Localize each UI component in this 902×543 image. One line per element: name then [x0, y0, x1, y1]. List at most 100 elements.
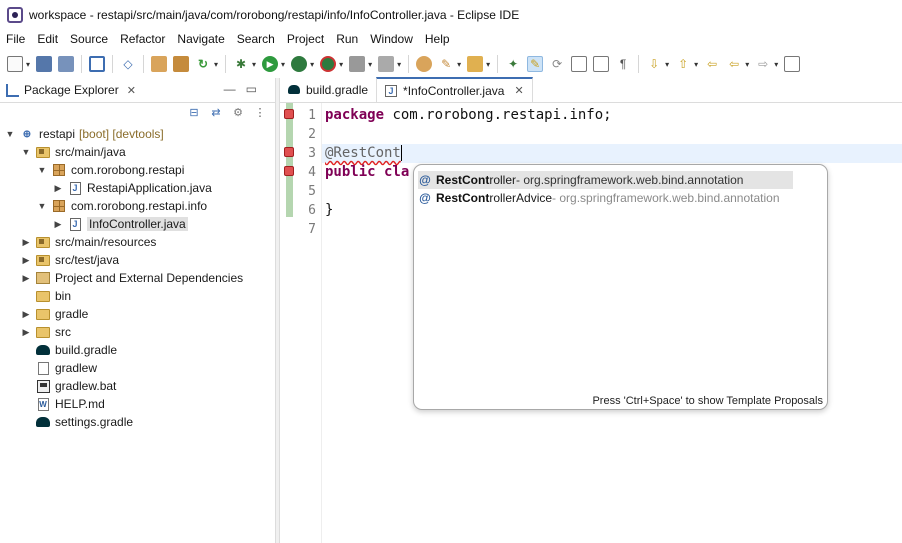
launch-dropdown-icon[interactable]: ▾	[397, 60, 401, 69]
new-icon[interactable]	[7, 56, 23, 72]
debug-dropdown-icon[interactable]: ▾	[252, 60, 256, 69]
package-explorer-tab[interactable]: Package Explorer ✕	[0, 78, 136, 103]
search-dropdown-icon[interactable]: ▾	[486, 60, 490, 69]
back-dropdown-icon[interactable]: ▾	[745, 60, 749, 69]
tree-item-bin[interactable]: bin	[0, 287, 275, 305]
launch-icon[interactable]	[378, 56, 395, 72]
chevron-down-icon[interactable]: ▼	[4, 129, 16, 139]
chevron-down-icon[interactable]: ▼	[36, 165, 48, 175]
new-java-package-icon[interactable]	[151, 56, 168, 72]
chevron-down-icon[interactable]: ▼	[20, 147, 32, 157]
refresh-dropdown-icon[interactable]: ▾	[214, 60, 218, 69]
tree-item-gradlew[interactable]: gradlew	[0, 359, 275, 377]
last-edit-location-icon[interactable]: ⇦	[704, 56, 720, 72]
toggle-word-wrap-icon[interactable]: ⟳	[549, 56, 565, 72]
chevron-right-icon[interactable]: ▶	[20, 255, 32, 266]
chevron-right-icon[interactable]: ▶	[20, 237, 32, 248]
filters-icon[interactable]: ⚙	[231, 106, 245, 120]
menu-search[interactable]: Search	[231, 32, 281, 46]
run-icon[interactable]: ▶	[262, 56, 279, 72]
toggle-breadcrumb-icon[interactable]: ✦	[505, 56, 521, 72]
save-all-icon[interactable]	[58, 56, 75, 72]
error-marker-icon[interactable]	[284, 109, 294, 119]
menu-source[interactable]: Source	[64, 32, 114, 46]
menu-edit[interactable]: Edit	[31, 32, 64, 46]
save-icon[interactable]	[36, 56, 53, 72]
new-java-class-icon[interactable]	[173, 56, 190, 72]
open-type-icon[interactable]	[416, 56, 433, 72]
chevron-right-icon[interactable]: ▶	[20, 327, 32, 338]
menu-window[interactable]: Window	[364, 32, 419, 46]
menu-help[interactable]: Help	[419, 32, 456, 46]
back-icon[interactable]: ⇦	[726, 56, 742, 72]
skip-breakpoints-icon[interactable]: ◇	[120, 56, 136, 72]
forward-dropdown-icon[interactable]: ▾	[774, 60, 778, 69]
menu-navigate[interactable]: Navigate	[171, 32, 230, 46]
chevron-right-icon[interactable]: ▶	[20, 273, 32, 284]
tree-item-build-gradle[interactable]: build.gradle	[0, 341, 275, 359]
chevron-right-icon[interactable]: ▶	[52, 183, 64, 194]
collapse-all-icon[interactable]: ⊟	[187, 106, 201, 120]
search-icon[interactable]	[467, 56, 484, 72]
previous-annotation-dropdown-icon[interactable]: ▾	[694, 60, 698, 69]
tree-item-gradle[interactable]: ▶ gradle	[0, 305, 275, 323]
chevron-down-icon[interactable]: ▼	[36, 201, 48, 211]
tree-item-src-main-resources[interactable]: ▶ src/main/resources	[0, 233, 275, 251]
error-marker-icon[interactable]	[284, 147, 294, 157]
menu-file[interactable]: File	[0, 32, 31, 46]
tab-build-gradle[interactable]: build.gradle	[280, 77, 376, 102]
pilcrow-icon[interactable]: ¶	[615, 56, 631, 72]
close-icon[interactable]: ✕	[514, 84, 523, 97]
pin-editor-icon[interactable]	[784, 56, 801, 72]
view-menu-icon[interactable]: ⋮	[253, 106, 267, 120]
previous-annotation-icon[interactable]: ⇧	[675, 56, 691, 72]
menu-refactor[interactable]: Refactor	[114, 32, 171, 46]
chevron-right-icon[interactable]: ▶	[20, 309, 32, 320]
proposal-item[interactable]: @ RestController - org.springframework.w…	[418, 171, 793, 189]
minimize-maximize-icons[interactable]: —▭	[224, 82, 267, 96]
menu-project[interactable]: Project	[281, 32, 330, 46]
error-marker-icon[interactable]	[284, 166, 294, 176]
tree-item-settings-gradle[interactable]: settings.gradle	[0, 413, 275, 431]
forward-icon[interactable]: ⇨	[755, 56, 771, 72]
link-with-editor-icon[interactable]: ⇄	[209, 106, 223, 120]
next-annotation-dropdown-icon[interactable]: ▾	[665, 60, 669, 69]
tree-item-package-info[interactable]: ▼ com.rorobong.restapi.info	[0, 197, 275, 215]
show-whitespace-icon[interactable]	[593, 56, 610, 72]
tree-item-dependencies[interactable]: ▶ Project and External Dependencies	[0, 269, 275, 287]
toggle-mark-occurrences-icon[interactable]: ✎	[527, 56, 544, 72]
code-line-3: @RestCont	[325, 144, 402, 163]
close-icon[interactable]: ✕	[127, 84, 136, 97]
tree-item-restapi[interactable]: ▼ ⊕ restapi [boot] [devtools]	[0, 125, 275, 143]
tree-item-info-controller[interactable]: ▶ J InfoController.java	[0, 215, 275, 233]
chevron-right-icon[interactable]: ▶	[52, 219, 64, 230]
coverage-dropdown-icon[interactable]: ▾	[310, 60, 314, 69]
stop-icon[interactable]	[349, 56, 366, 72]
tree-item-label: src/main/java	[55, 145, 126, 159]
tree-item-help-md[interactable]: W HELP.md	[0, 395, 275, 413]
proposal-package: - org.springframework.web.bind.annotatio…	[552, 191, 780, 205]
tree-item-gradlew-bat[interactable]: gradlew.bat	[0, 377, 275, 395]
keyword: package	[325, 107, 385, 123]
tree-item-src-main-java[interactable]: ▼ src/main/java	[0, 143, 275, 161]
open-task-icon[interactable]: ✎	[438, 56, 454, 72]
tab-info-controller[interactable]: J *InfoController.java ✕	[376, 77, 533, 102]
debug-icon[interactable]: ✱	[233, 56, 249, 72]
tree-item-package-restapi[interactable]: ▼ com.rorobong.restapi	[0, 161, 275, 179]
coverage-icon[interactable]	[291, 56, 308, 72]
tree-item-src-test-java[interactable]: ▶ src/test/java	[0, 251, 275, 269]
proposal-item[interactable]: @ RestControllerAdvice - org.springframe…	[418, 189, 793, 207]
open-console-icon[interactable]	[89, 56, 106, 72]
tree-item-restapi-application[interactable]: ▶ J RestapiApplication.java	[0, 179, 275, 197]
next-annotation-icon[interactable]: ⇩	[646, 56, 662, 72]
run-dropdown-icon[interactable]: ▾	[281, 60, 285, 69]
menu-run[interactable]: Run	[330, 32, 364, 46]
new-dropdown-icon[interactable]: ▾	[26, 60, 30, 69]
open-task-dropdown-icon[interactable]: ▾	[457, 60, 461, 69]
block-selection-icon[interactable]	[571, 56, 588, 72]
external-tools-icon[interactable]	[320, 56, 337, 72]
tree-item-src[interactable]: ▶ src	[0, 323, 275, 341]
external-tools-dropdown-icon[interactable]: ▾	[339, 60, 343, 69]
stop-dropdown-icon[interactable]: ▾	[368, 60, 372, 69]
refresh-icon[interactable]: ↻	[195, 56, 211, 72]
